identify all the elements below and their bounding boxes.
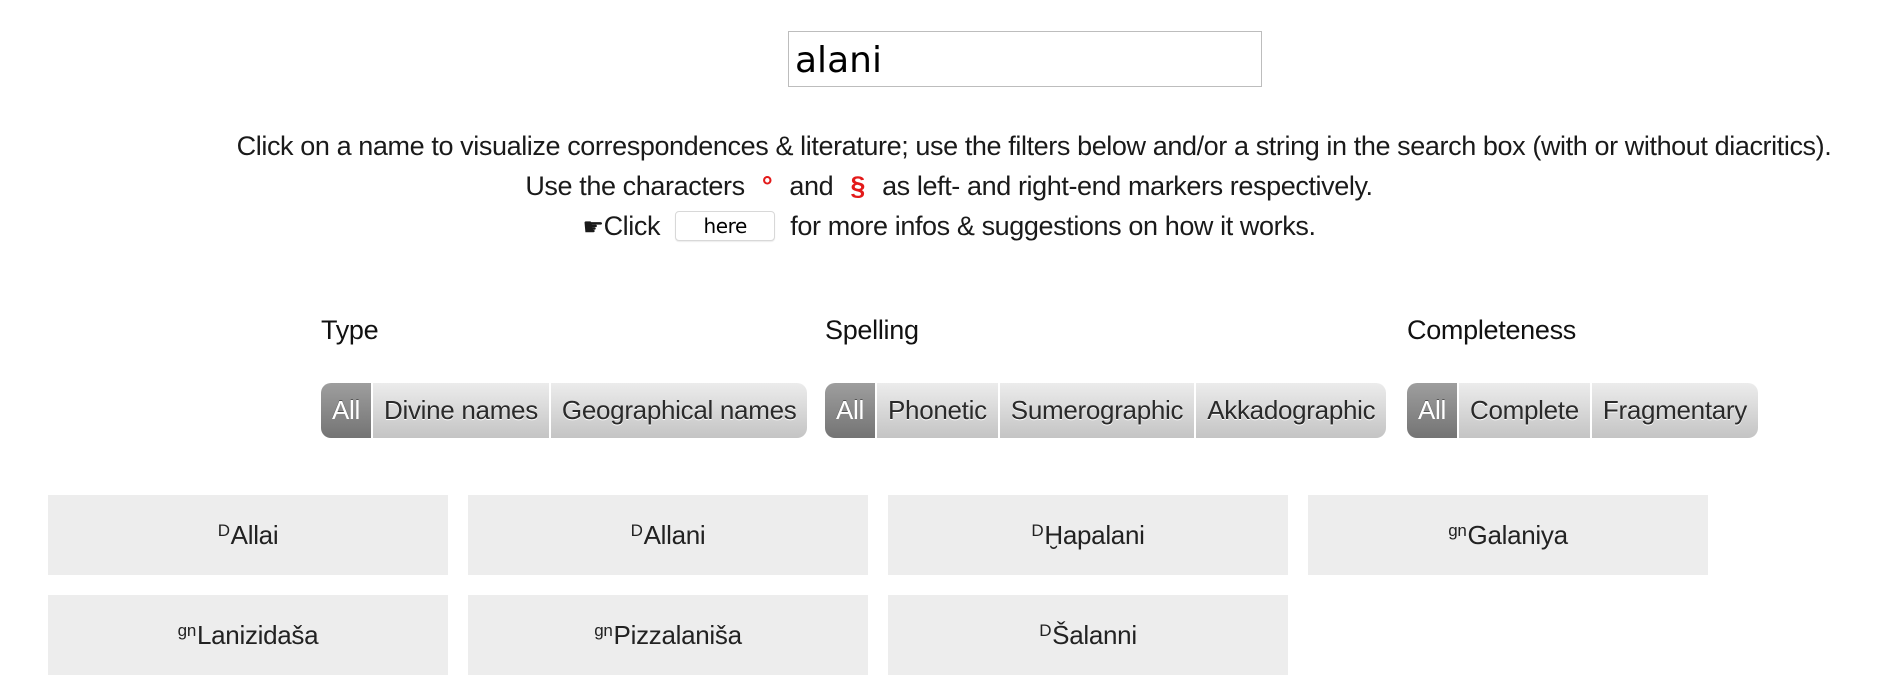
type-option-divine-names[interactable]: Divine names: [373, 383, 551, 438]
instructions: Click on a name to visualize corresponde…: [0, 126, 1898, 248]
filter-completeness: Completeness All Complete Fragmentary: [1407, 310, 1758, 438]
instructions-line-3: ☛Click here for more infos & suggestions…: [0, 206, 1898, 248]
type-segmented-control: All Divine names Geographical names: [321, 383, 808, 438]
instructions-text: Click: [603, 211, 661, 241]
name-card[interactable]: D Allai: [48, 495, 448, 575]
name-card[interactable]: gn Galaniya: [1308, 495, 1708, 575]
name-label: Ḫapalani: [1044, 519, 1145, 550]
name-card[interactable]: gn Lanizidaša: [48, 595, 448, 675]
help-here-button[interactable]: here: [675, 210, 776, 241]
completeness-option-complete[interactable]: Complete: [1459, 383, 1592, 438]
type-option-geographical-names[interactable]: Geographical names: [550, 383, 808, 438]
completeness-option-all[interactable]: All: [1407, 383, 1459, 438]
name-label: Allani: [643, 519, 706, 550]
search-input[interactable]: [788, 31, 1262, 87]
filter-spelling: Spelling All Phonetic Sumerographic Akka…: [825, 310, 1387, 438]
filter-title-type: Type: [321, 315, 379, 345]
instructions-text: for more infos & suggestions on how it w…: [790, 211, 1316, 241]
right-marker-symbol: §: [850, 171, 865, 201]
filter-type: Type All Divine names Geographical names: [321, 310, 808, 438]
filter-title-spelling: Spelling: [825, 315, 919, 345]
name-label: Lanizidaša: [196, 619, 319, 650]
name-card[interactable]: gn Pizzalaniša: [468, 595, 868, 675]
spelling-segmented-control: All Phonetic Sumerographic Akkadographic: [825, 383, 1387, 438]
spelling-option-phonetic[interactable]: Phonetic: [877, 383, 1000, 438]
name-label: Šalanni: [1052, 619, 1137, 650]
name-card[interactable]: D Šalanni: [888, 595, 1288, 675]
spelling-option-sumerographic[interactable]: Sumerographic: [999, 383, 1197, 438]
instructions-line-1: Click on a name to visualize corresponde…: [236, 131, 1832, 161]
instructions-text: as left- and right-end markers respectiv…: [882, 171, 1373, 201]
type-option-all[interactable]: All: [321, 383, 373, 438]
instructions-line-2: Use the characters ° and § as left- and …: [0, 166, 1898, 206]
filter-title-completeness: Completeness: [1407, 315, 1576, 345]
instructions-text: Use the characters: [525, 171, 745, 201]
name-card[interactable]: D Ḫapalani: [888, 495, 1288, 575]
name-card[interactable]: D Allani: [468, 495, 868, 575]
left-marker-symbol: °: [761, 171, 773, 201]
completeness-segmented-control: All Complete Fragmentary: [1407, 383, 1758, 438]
name-label: Galaniya: [1467, 519, 1569, 550]
instructions-text: and: [789, 171, 834, 201]
pointing-hand-icon: ☛: [582, 214, 604, 241]
spelling-option-all[interactable]: All: [825, 383, 877, 438]
spelling-option-akkadographic[interactable]: Akkadographic: [1196, 383, 1387, 438]
name-label: Allai: [230, 519, 279, 550]
completeness-option-fragmentary[interactable]: Fragmentary: [1591, 383, 1758, 438]
name-label: Pizzalaniša: [613, 619, 743, 650]
